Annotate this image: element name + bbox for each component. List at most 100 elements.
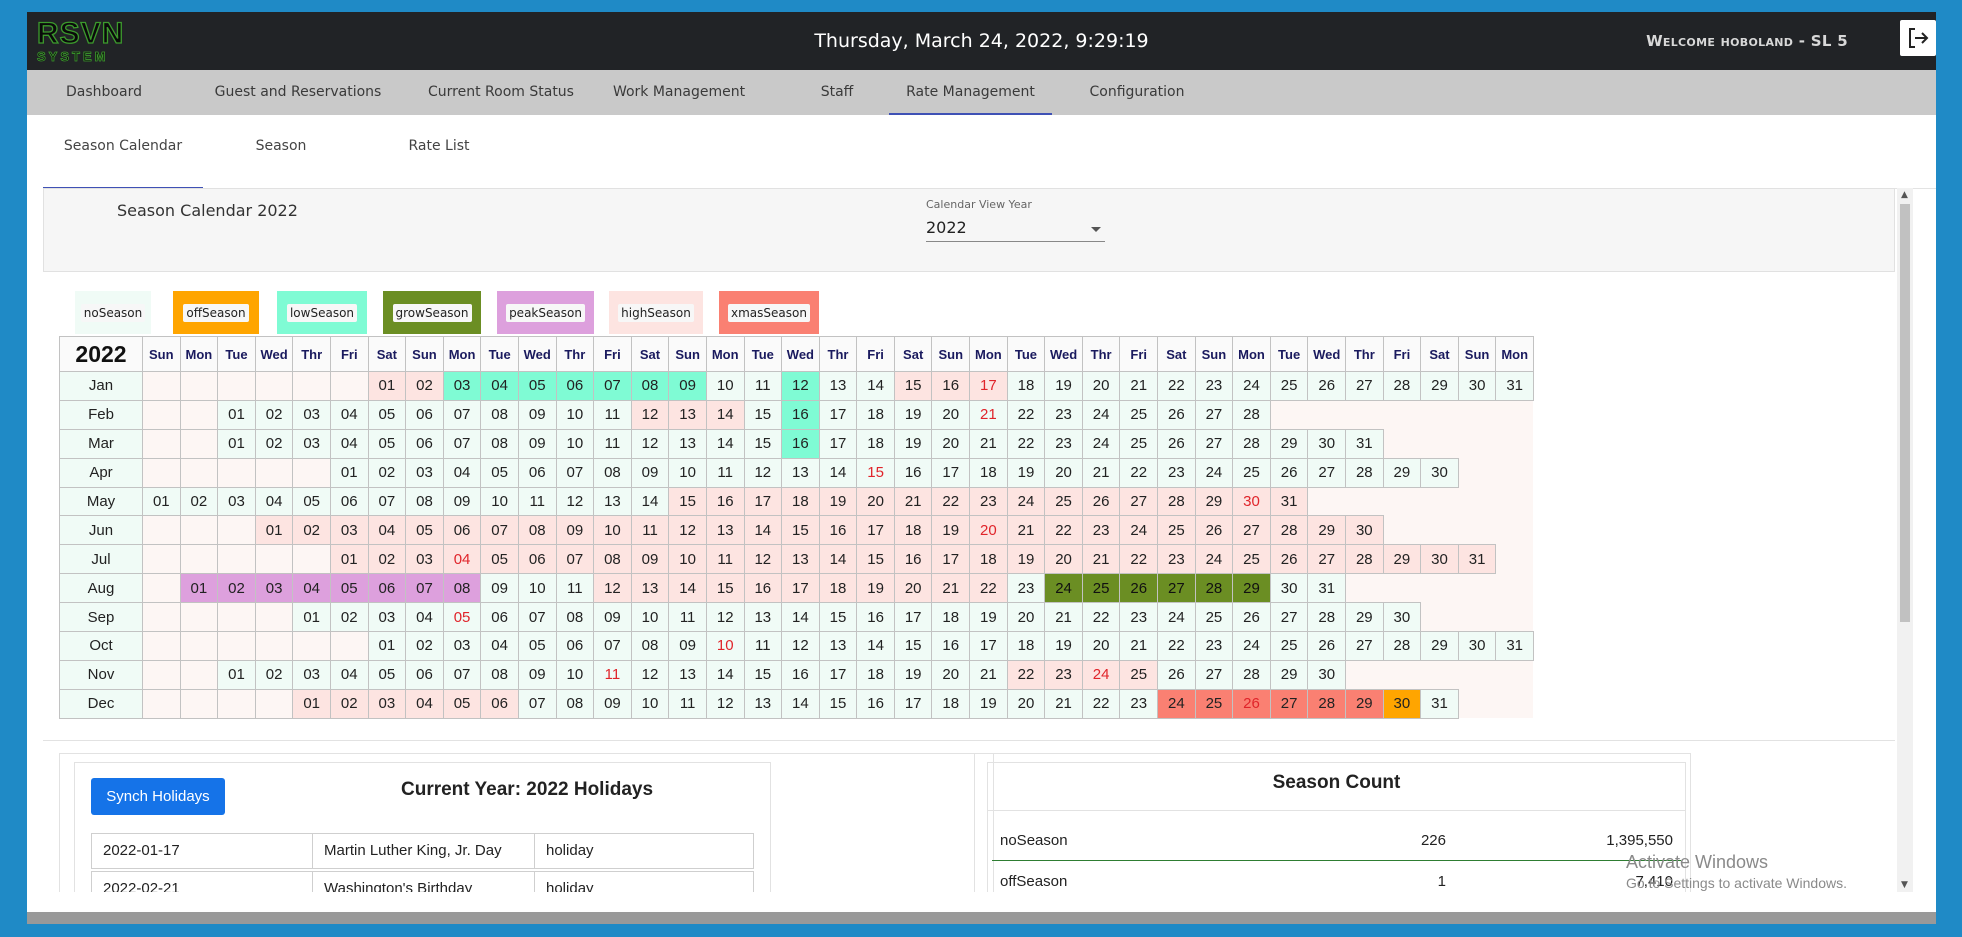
day-cell[interactable]: 15 bbox=[856, 457, 895, 488]
day-cell[interactable]: 19 bbox=[893, 659, 933, 690]
day-cell[interactable]: 07 bbox=[517, 602, 557, 633]
day-cell[interactable]: 26 bbox=[1194, 515, 1234, 546]
day-cell[interactable]: 25 bbox=[1081, 573, 1121, 604]
day-cell[interactable]: 25 bbox=[1232, 544, 1271, 575]
day-cell[interactable]: 26 bbox=[1157, 659, 1196, 690]
day-cell[interactable]: 05 bbox=[517, 371, 557, 401]
day-cell[interactable]: 22 bbox=[1119, 544, 1159, 575]
day-cell[interactable]: 09 bbox=[517, 428, 557, 459]
day-cell[interactable]: 06 bbox=[405, 428, 444, 459]
day-cell[interactable]: 13 bbox=[743, 688, 783, 719]
day-cell[interactable]: 24 bbox=[1232, 371, 1271, 401]
day-cell[interactable]: 21 bbox=[1081, 457, 1121, 488]
day-cell[interactable]: 26 bbox=[1307, 371, 1346, 401]
day-cell[interactable]: 15 bbox=[743, 399, 783, 430]
day-cell[interactable]: 12 bbox=[781, 631, 820, 661]
day-cell[interactable]: 08 bbox=[480, 399, 519, 430]
tab-season[interactable]: Season bbox=[221, 127, 341, 189]
day-cell[interactable]: 08 bbox=[480, 659, 519, 690]
day-cell[interactable]: 29 bbox=[1269, 428, 1309, 459]
day-cell[interactable]: 22 bbox=[1081, 602, 1121, 633]
day-cell[interactable]: 24 bbox=[1194, 457, 1234, 488]
day-cell[interactable]: 03 bbox=[442, 371, 482, 401]
day-cell[interactable]: 07 bbox=[593, 371, 632, 401]
day-cell[interactable]: 23 bbox=[1157, 457, 1196, 488]
day-cell[interactable]: 05 bbox=[367, 428, 407, 459]
day-cell[interactable]: 20 bbox=[1044, 544, 1083, 575]
day-cell[interactable]: 12 bbox=[705, 602, 745, 633]
day-cell[interactable]: 12 bbox=[630, 399, 670, 430]
day-cell[interactable]: 31 bbox=[1495, 371, 1534, 401]
day-cell[interactable]: 07 bbox=[405, 573, 444, 604]
day-cell[interactable]: 09 bbox=[630, 544, 670, 575]
day-cell[interactable]: 09 bbox=[442, 486, 482, 517]
day-cell[interactable]: 14 bbox=[856, 631, 895, 661]
day-cell[interactable]: 10 bbox=[630, 602, 670, 633]
day-cell[interactable]: 16 bbox=[818, 515, 858, 546]
day-cell[interactable]: 09 bbox=[480, 573, 519, 604]
day-cell[interactable]: 04 bbox=[254, 486, 294, 517]
day-cell[interactable]: 11 bbox=[743, 631, 783, 661]
day-cell[interactable]: 10 bbox=[555, 428, 595, 459]
day-cell[interactable]: 08 bbox=[480, 428, 519, 459]
day-cell[interactable]: 10 bbox=[668, 544, 707, 575]
day-cell[interactable]: 07 bbox=[442, 399, 482, 430]
day-cell[interactable]: 08 bbox=[593, 544, 632, 575]
day-cell[interactable]: 14 bbox=[818, 544, 858, 575]
vertical-scrollbar[interactable]: ▲ ▼ bbox=[1897, 188, 1913, 892]
day-cell[interactable]: 20 bbox=[969, 515, 1008, 546]
day-cell[interactable]: 27 bbox=[1345, 631, 1384, 661]
day-cell[interactable]: 29 bbox=[1382, 457, 1422, 488]
day-cell[interactable]: 22 bbox=[1006, 659, 1046, 690]
day-cell[interactable]: 06 bbox=[367, 573, 407, 604]
day-cell[interactable]: 28 bbox=[1345, 544, 1384, 575]
day-cell[interactable]: 09 bbox=[593, 688, 632, 719]
day-cell[interactable]: 05 bbox=[480, 457, 519, 488]
day-cell[interactable]: 06 bbox=[555, 631, 595, 661]
day-cell[interactable]: 16 bbox=[743, 573, 783, 604]
day-cell[interactable]: 15 bbox=[705, 573, 745, 604]
day-cell[interactable]: 04 bbox=[405, 602, 444, 633]
day-cell[interactable]: 17 bbox=[818, 428, 858, 459]
content-scroll-area[interactable]: Season Calendar 2022 Calendar View Year … bbox=[43, 188, 1913, 892]
day-cell[interactable]: 17 bbox=[781, 573, 820, 604]
day-cell[interactable]: 08 bbox=[630, 371, 670, 401]
day-cell[interactable]: 20 bbox=[931, 659, 971, 690]
day-cell[interactable]: 08 bbox=[555, 602, 595, 633]
day-cell[interactable]: 01 bbox=[217, 428, 256, 459]
day-cell[interactable]: 28 bbox=[1232, 399, 1271, 430]
day-cell[interactable]: 17 bbox=[931, 544, 971, 575]
day-cell[interactable]: 04 bbox=[442, 544, 482, 575]
day-cell[interactable]: 05 bbox=[329, 573, 369, 604]
day-cell[interactable]: 14 bbox=[668, 573, 707, 604]
day-cell[interactable]: 06 bbox=[405, 399, 444, 430]
day-cell[interactable]: 28 bbox=[1307, 688, 1346, 719]
day-cell[interactable]: 28 bbox=[1382, 371, 1422, 401]
day-cell[interactable]: 29 bbox=[1382, 544, 1422, 575]
day-cell[interactable]: 18 bbox=[931, 602, 971, 633]
day-cell[interactable]: 25 bbox=[1269, 371, 1309, 401]
day-cell[interactable]: 10 bbox=[555, 399, 595, 430]
day-cell[interactable]: 30 bbox=[1382, 688, 1422, 719]
day-cell[interactable]: 03 bbox=[254, 573, 294, 604]
day-cell[interactable]: 15 bbox=[893, 631, 933, 661]
day-cell[interactable]: 13 bbox=[818, 371, 858, 401]
day-cell[interactable]: 18 bbox=[1006, 631, 1046, 661]
day-cell[interactable]: 27 bbox=[1232, 515, 1271, 546]
day-cell[interactable]: 02 bbox=[179, 486, 219, 517]
day-cell[interactable]: 14 bbox=[743, 515, 783, 546]
day-cell[interactable]: 13 bbox=[593, 486, 632, 517]
day-cell[interactable]: 02 bbox=[254, 399, 294, 430]
day-cell[interactable]: 18 bbox=[781, 486, 820, 517]
day-cell[interactable]: 13 bbox=[781, 544, 820, 575]
day-cell[interactable]: 27 bbox=[1345, 371, 1384, 401]
day-cell[interactable]: 01 bbox=[179, 573, 219, 604]
day-cell[interactable]: 14 bbox=[705, 428, 745, 459]
day-cell[interactable]: 09 bbox=[593, 602, 632, 633]
day-cell[interactable]: 16 bbox=[931, 371, 971, 401]
day-cell[interactable]: 22 bbox=[1157, 631, 1196, 661]
day-cell[interactable]: 22 bbox=[1006, 428, 1046, 459]
day-cell[interactable]: 06 bbox=[517, 457, 557, 488]
day-cell[interactable]: 15 bbox=[818, 688, 858, 719]
day-cell[interactable]: 02 bbox=[405, 371, 444, 401]
